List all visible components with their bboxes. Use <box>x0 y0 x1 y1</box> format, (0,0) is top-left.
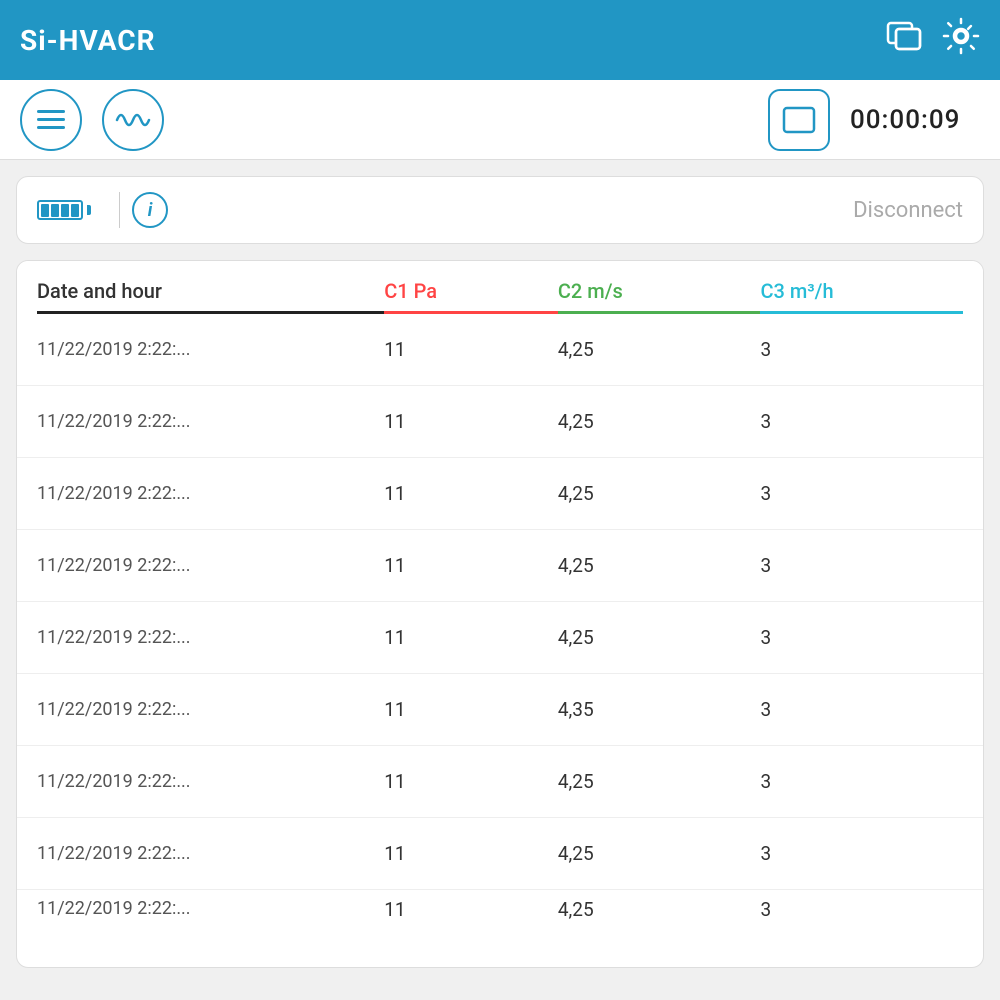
info-button[interactable]: i <box>132 192 168 228</box>
cell-c3: 3 <box>760 338 963 361</box>
cell-date: 11/22/2019 2:22:... <box>37 483 384 504</box>
wave-view-button[interactable] <box>102 89 164 151</box>
table-row: 11/22/2019 2:22:... 11 4,25 3 <box>17 458 983 530</box>
table-row: 11/22/2019 2:22:... 11 4,25 3 <box>17 386 983 458</box>
cell-c3: 3 <box>760 842 963 865</box>
cell-date: 11/22/2019 2:22:... <box>37 555 384 576</box>
toolbar: 00:00:09 <box>0 80 1000 160</box>
cell-date: 11/22/2019 2:22:... <box>37 339 384 360</box>
table-row: 11/22/2019 2:22:... 11 4,25 3 <box>17 746 983 818</box>
cell-c2: 4,25 <box>558 770 761 793</box>
app-title: Si-HVACR <box>20 24 156 57</box>
cell-c2: 4,25 <box>558 898 761 921</box>
cell-c2: 4,25 <box>558 338 761 361</box>
app-header: Si-HVACR <box>0 0 1000 80</box>
screen-button[interactable] <box>768 89 830 151</box>
cell-c1: 11 <box>384 410 558 433</box>
cell-c1: 11 <box>384 770 558 793</box>
cell-c2: 4,25 <box>558 554 761 577</box>
header-icons <box>886 17 980 63</box>
cell-c1: 11 <box>384 898 558 921</box>
table-scroll-area[interactable]: 11/22/2019 2:22:... 11 4,25 3 11/22/2019… <box>17 314 983 960</box>
cell-c1: 11 <box>384 338 558 361</box>
cell-c3: 3 <box>760 770 963 793</box>
cell-c3: 3 <box>760 482 963 505</box>
column-header-c2: C2 m/s <box>558 279 761 314</box>
column-header-c1: C1 Pa <box>384 279 558 314</box>
cell-date: 11/22/2019 2:22:... <box>37 771 384 792</box>
cell-c1: 11 <box>384 554 558 577</box>
cell-c3: 3 <box>760 898 963 921</box>
data-table: Date and hour C1 Pa C2 m/s C3 m³/h 11/22… <box>16 260 984 968</box>
cell-c3: 3 <box>760 698 963 721</box>
cell-c1: 11 <box>384 698 558 721</box>
cell-date: 11/22/2019 2:22:... <box>37 699 384 720</box>
cell-date: 11/22/2019 2:22:... <box>37 411 384 432</box>
cell-c2: 4,35 <box>558 698 761 721</box>
cell-c2: 4,25 <box>558 626 761 649</box>
cell-c3: 3 <box>760 410 963 433</box>
cell-c3: 3 <box>760 554 963 577</box>
cell-c1: 11 <box>384 842 558 865</box>
timer-display: 00:00:09 <box>850 105 980 135</box>
table-row: 11/22/2019 2:22:... 11 4,25 3 <box>17 530 983 602</box>
cell-c2: 4,25 <box>558 410 761 433</box>
cell-date: 11/22/2019 2:22:... <box>37 898 384 919</box>
table-row: 11/22/2019 2:22:... 11 4,25 3 <box>17 314 983 386</box>
table-header: Date and hour C1 Pa C2 m/s C3 m³/h <box>17 261 983 314</box>
cell-c1: 11 <box>384 482 558 505</box>
cell-date: 11/22/2019 2:22:... <box>37 843 384 864</box>
battery-icon <box>37 200 91 220</box>
cell-c2: 4,25 <box>558 842 761 865</box>
table-row-partial: 11/22/2019 2:22:... 11 4,25 3 <box>17 890 983 930</box>
column-header-date: Date and hour <box>37 279 384 314</box>
table-row: 11/22/2019 2:22:... 11 4,35 3 <box>17 674 983 746</box>
cell-c2: 4,25 <box>558 482 761 505</box>
status-bar: i Disconnect <box>16 176 984 244</box>
copy-icon[interactable] <box>886 21 922 59</box>
cell-c3: 3 <box>760 626 963 649</box>
disconnect-button[interactable]: Disconnect <box>853 198 963 223</box>
table-row: 11/22/2019 2:22:... 11 4,25 3 <box>17 602 983 674</box>
cell-c1: 11 <box>384 626 558 649</box>
settings-icon[interactable] <box>942 17 980 63</box>
divider <box>119 192 120 228</box>
column-header-c3: C3 m³/h <box>760 279 963 314</box>
cell-date: 11/22/2019 2:22:... <box>37 627 384 648</box>
list-view-button[interactable] <box>20 89 82 151</box>
table-row: 11/22/2019 2:22:... 11 4,25 3 <box>17 818 983 890</box>
